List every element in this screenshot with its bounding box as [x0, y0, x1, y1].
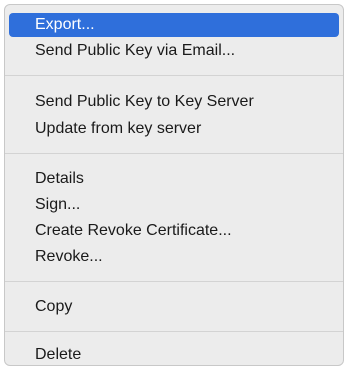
- menu-item-revoke[interactable]: Revoke...: [9, 245, 339, 269]
- menu-item-update-from-key-server[interactable]: Update from key server: [9, 117, 339, 141]
- context-menu: Export... Send Public Key via Email... S…: [4, 4, 344, 366]
- menu-separator: [5, 153, 343, 154]
- menu-separator: [5, 75, 343, 76]
- menu-item-send-public-key-via-email[interactable]: Send Public Key via Email...: [9, 39, 339, 63]
- menu-item-delete[interactable]: Delete: [9, 343, 339, 365]
- menu-separator: [5, 331, 343, 332]
- menu-item-copy[interactable]: Copy: [9, 295, 339, 319]
- menu-item-send-public-key-to-key-server[interactable]: Send Public Key to Key Server: [9, 90, 339, 114]
- menu-item-export[interactable]: Export...: [9, 13, 339, 37]
- menu-item-sign[interactable]: Sign...: [9, 193, 339, 217]
- menu-item-details[interactable]: Details: [9, 167, 339, 191]
- menu-separator: [5, 281, 343, 282]
- menu-item-create-revoke-certificate[interactable]: Create Revoke Certificate...: [9, 219, 339, 243]
